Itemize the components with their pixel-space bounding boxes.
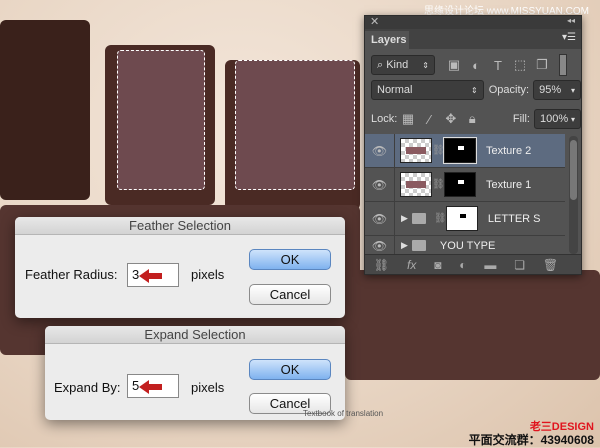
- trash-icon[interactable]: 🗑︎: [543, 258, 558, 272]
- feather-radius-input[interactable]: 3: [127, 263, 179, 287]
- expand-triangle-icon[interactable]: ▶: [401, 240, 408, 251]
- adjustment-filter-icon[interactable]: ◐: [465, 58, 487, 73]
- unit-label: pixels: [191, 267, 225, 282]
- folder-icon: [411, 213, 426, 224]
- link-icon[interactable]: ⛓︎: [432, 179, 445, 190]
- layer-group-letter-s[interactable]: 👁︎ ▶ ⛓︎ LETTER S: [365, 202, 565, 236]
- panel-menu-icon[interactable]: ▾☰: [562, 32, 576, 43]
- opacity-label: Opacity:: [488, 84, 530, 96]
- blend-mode-select[interactable]: Normal ⇕: [371, 80, 484, 100]
- layer-mask-thumbnail[interactable]: [443, 137, 477, 164]
- lock-brush-icon[interactable]: ⁄: [419, 112, 440, 127]
- search-icon: ⌕: [377, 58, 387, 71]
- dialog-title: Expand Selection: [45, 326, 345, 344]
- feather-selection-dialog: Feather Selection Feather Radius: 3 pixe…: [15, 217, 345, 318]
- blend-mode-value: Normal: [377, 84, 413, 96]
- new-group-icon[interactable]: ▬: [484, 258, 496, 272]
- expand-by-input[interactable]: 5: [127, 374, 179, 398]
- layer-group-you-type[interactable]: 👁︎ ▶ YOU TYPE: [365, 236, 565, 256]
- group-number: 平面交流群：43940608: [468, 433, 594, 447]
- expand-by-label: Expand By:: [54, 380, 121, 395]
- link-layers-icon[interactable]: ⛓︎: [374, 258, 389, 272]
- layer-mask-thumbnail[interactable]: [445, 206, 478, 231]
- fill-input[interactable]: 100% ▾: [533, 109, 581, 129]
- lock-transparent-icon[interactable]: ▦: [397, 111, 418, 127]
- folder-icon: [411, 240, 426, 251]
- fill-label: Fill:: [512, 113, 530, 125]
- visibility-eye-icon[interactable]: 👁︎: [365, 168, 395, 201]
- filter-kind-select[interactable]: ⌕ Kind ⇕: [371, 55, 435, 75]
- fx-icon[interactable]: fx: [407, 258, 416, 272]
- arrow-annotation: [139, 380, 162, 394]
- tab-layers[interactable]: Layers: [365, 31, 409, 49]
- feather-radius-label: Feather Radius:: [25, 267, 118, 282]
- collapse-icon[interactable]: ◂◂: [567, 16, 575, 25]
- layer-texture-2[interactable]: 👁︎ ⛓︎ Texture 2: [365, 134, 565, 168]
- image-filter-icon[interactable]: ▣: [443, 57, 465, 73]
- add-mask-icon[interactable]: ◙: [434, 258, 441, 272]
- lock-label: Lock:: [371, 113, 398, 125]
- filter-toggle[interactable]: [559, 54, 567, 76]
- lock-all-icon[interactable]: 🔒︎: [461, 111, 482, 127]
- expand-triangle-icon[interactable]: ▶: [401, 213, 408, 224]
- link-icon[interactable]: ⛓︎: [432, 145, 445, 156]
- lock-position-icon[interactable]: ✥: [440, 111, 461, 127]
- shape-filter-icon[interactable]: ⬚: [509, 57, 531, 73]
- visibility-eye-icon[interactable]: 👁︎: [365, 134, 395, 167]
- layer-thumbnail: [400, 172, 432, 197]
- unit-label: pixels: [191, 380, 225, 395]
- visibility-eye-icon[interactable]: 👁︎: [365, 202, 395, 235]
- adjustment-layer-icon[interactable]: ◐: [459, 258, 466, 272]
- layers-scrollbar[interactable]: [569, 136, 578, 254]
- cancel-button[interactable]: Cancel: [249, 284, 331, 305]
- expand-selection-dialog: Expand Selection Expand By: 5 pixels OK …: [45, 326, 345, 420]
- close-icon[interactable]: ✕: [370, 15, 379, 28]
- ok-button[interactable]: OK: [249, 249, 331, 270]
- visibility-eye-icon[interactable]: 👁︎: [365, 236, 395, 255]
- layer-mask-thumbnail[interactable]: [444, 172, 476, 197]
- link-icon[interactable]: ⛓︎: [434, 213, 447, 224]
- opacity-input[interactable]: 95% ▾: [533, 80, 581, 100]
- layers-panel: ✕ ◂◂ Layers ▾☰ ⌕ Kind ⇕ ▣ ◐ T ⬚ ❐ Normal ⇕ O…: [364, 15, 582, 275]
- dialog-title: Feather Selection: [15, 217, 345, 235]
- smart-object-filter-icon[interactable]: ❐: [531, 57, 553, 73]
- ok-button[interactable]: OK: [249, 359, 331, 380]
- layer-thumbnail: [400, 138, 432, 163]
- new-layer-icon[interactable]: ❏: [514, 258, 525, 272]
- caption: Textbook of translation: [303, 409, 384, 418]
- arrow-annotation: [139, 269, 162, 283]
- type-filter-icon[interactable]: T: [487, 58, 509, 73]
- layer-texture-1[interactable]: 👁︎ ⛓︎ Texture 1: [365, 168, 565, 202]
- filter-kind-value: Kind: [386, 59, 409, 71]
